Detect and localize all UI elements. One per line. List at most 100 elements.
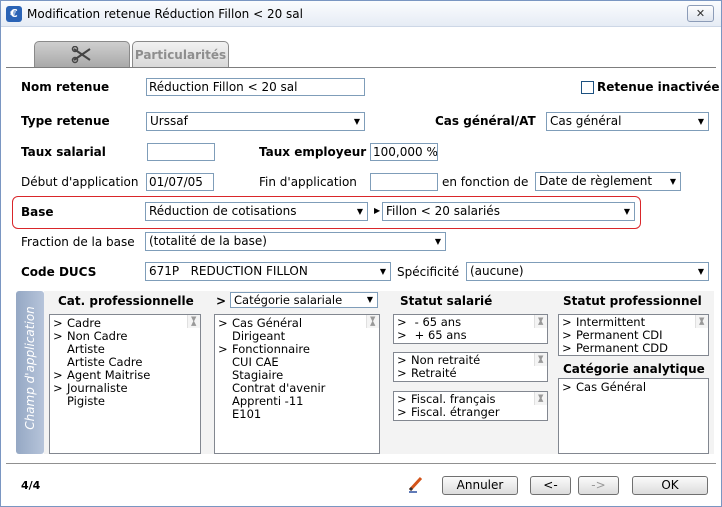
champ-application-label: Champ d'application: [23, 306, 37, 430]
taux-employeur-input[interactable]: 100,000 %: [370, 143, 438, 161]
window-title: Modification retenue Réduction Fillon < …: [27, 7, 303, 21]
chevron-down-icon: ▼: [434, 237, 441, 246]
nom-retenue-label: Nom retenue: [21, 80, 110, 94]
list-item[interactable]: Pigiste: [53, 395, 200, 408]
previous-button[interactable]: <-: [530, 476, 571, 495]
taux-salarial-input[interactable]: [147, 143, 215, 161]
retenue-inactivee-checkbox[interactable]: [581, 81, 594, 94]
cat-pro-list[interactable]: > Cadre > Non Cadre Artiste Artiste Cadre > Age…: [49, 314, 201, 454]
scrollbar[interactable]: ▲ ▼: [366, 315, 379, 328]
close-button[interactable]: ✕: [687, 5, 714, 22]
scroll-down-icon: ▼: [699, 316, 705, 324]
cas-general-value: Cas général: [550, 114, 622, 128]
base-detail-select[interactable]: Fillon < 20 salariés ▼: [382, 202, 635, 221]
scrollbar[interactable]: ▲ ▼: [534, 353, 547, 366]
list-item[interactable]: > + 65 ans: [397, 329, 547, 342]
pencil-icon[interactable]: [407, 475, 425, 493]
chevron-down-icon: ▼: [697, 267, 704, 276]
fin-application-input[interactable]: [370, 173, 438, 191]
specificite-select[interactable]: (aucune) ▼: [466, 262, 709, 281]
analytique-list[interactable]: > Cas Général: [558, 378, 709, 454]
list-item-marker: >: [53, 329, 63, 343]
cat-sal-list[interactable]: > Cas Général Dirigeant > Fonctionnaire CUI C…: [214, 314, 380, 454]
list-item-label: CUI CAE: [232, 355, 279, 369]
tab-main[interactable]: [34, 41, 130, 67]
list-item-marker: >: [562, 380, 572, 394]
cat-pro-header: Cat. professionnelle: [58, 294, 194, 308]
list-item-label: Contrat d'avenir: [232, 381, 326, 395]
list-item-marker: >: [397, 366, 407, 380]
statut-pro-list[interactable]: > Intermittent > Permanent CDI > Permanent CD…: [558, 314, 709, 356]
list-item-marker: >: [397, 328, 407, 342]
base-select[interactable]: Réduction de cotisations ▼: [145, 202, 368, 221]
fiscal-list[interactable]: > Fiscal. français > Fiscal. étranger ▲ ▼: [393, 391, 548, 421]
en-fonction-select[interactable]: Date de règlement ▼: [535, 172, 681, 191]
code-ducs-value: 671P REDUCTION FILLON: [149, 264, 308, 278]
list-item[interactable]: > Retraité: [397, 367, 547, 380]
next-button[interactable]: ->: [578, 476, 619, 495]
cat-pro-rows: > Cadre > Non Cadre Artiste Artiste Cadre > Age…: [53, 317, 200, 408]
scrollbar[interactable]: ▲ ▼: [534, 392, 547, 405]
annuler-button[interactable]: Annuler: [442, 476, 518, 495]
list-item-label: Journaliste: [67, 381, 128, 395]
list-item-label: Pigiste: [67, 394, 105, 408]
cat-sal-arrow: >: [216, 294, 227, 308]
scrollbar[interactable]: ▲ ▼: [187, 315, 200, 328]
scroll-down-icon: ▼: [538, 316, 544, 324]
base-value: Réduction de cotisations: [149, 204, 297, 218]
age-list[interactable]: > - 65 ans > + 65 ans ▲ ▼: [393, 314, 548, 344]
chevron-down-icon: ▼: [669, 177, 676, 186]
list-item-label: Fiscal. étranger: [411, 405, 500, 419]
list-item[interactable]: > Permanent CDD: [562, 342, 708, 355]
list-item-label: Permanent CDD: [576, 341, 668, 355]
cat-sal-rows: > Cas Général Dirigeant > Fonctionnaire CUI C…: [218, 317, 379, 421]
cas-general-label: Cas général/AT: [435, 114, 536, 128]
list-item-marker: >: [397, 405, 407, 419]
retraite-rows: > Non retraité > Retraité: [397, 354, 547, 380]
fiscal-rows: > Fiscal. français > Fiscal. étranger: [397, 393, 547, 419]
retraite-list[interactable]: > Non retraité > Retraité ▲ ▼: [393, 352, 548, 382]
chevron-right-icon: ▶: [374, 206, 381, 215]
fraction-base-select[interactable]: (totalité de la base) ▼: [145, 232, 446, 251]
analytique-rows: > Cas Général: [562, 381, 708, 394]
cat-sal-select[interactable]: Catégorie salariale ▼: [230, 292, 378, 308]
scissors-icon: [71, 46, 91, 64]
nom-retenue-input[interactable]: Réduction Fillon < 20 sal: [146, 78, 365, 96]
cas-general-select[interactable]: Cas général ▼: [546, 112, 709, 131]
list-item-label: Cas Général: [232, 316, 303, 330]
taux-employeur-label: Taux employeur: [259, 145, 367, 159]
list-item[interactable]: > Cas Général: [562, 381, 708, 394]
list-item-label: Artiste Cadre: [67, 355, 143, 369]
scrollbar[interactable]: ▲ ▼: [695, 315, 708, 328]
scroll-down-icon: ▼: [370, 315, 376, 323]
code-ducs-select[interactable]: 671P REDUCTION FILLON ▼: [145, 262, 391, 281]
app-icon: €: [6, 6, 22, 22]
scrollbar[interactable]: ▲ ▼: [534, 315, 547, 328]
chevron-down-icon: ▼: [366, 295, 373, 304]
cat-sal-select-value: Catégorie salariale: [234, 293, 343, 307]
list-item-label: Non Cadre: [67, 329, 128, 343]
statut-pro-rows: > Intermittent > Permanent CDI > Permanent CD…: [562, 316, 708, 355]
list-item-label: Non retraité: [411, 353, 481, 367]
chevron-down-icon: ▼: [356, 207, 363, 216]
ok-button[interactable]: OK: [632, 476, 708, 495]
list-item-label: Agent Maitrise: [67, 368, 151, 382]
list-item[interactable]: > Fiscal. étranger: [397, 406, 547, 419]
list-item-label: Cas Général: [576, 380, 647, 394]
analytique-header: Catégorie analytique: [563, 362, 705, 376]
type-retenue-select[interactable]: Urssaf ▼: [146, 112, 365, 131]
debut-application-input[interactable]: 01/07/05: [146, 173, 214, 191]
list-item-label: Dirigeant: [232, 329, 286, 343]
tab-particularites[interactable]: Particularités: [132, 41, 229, 67]
chevron-down-icon: ▼: [379, 267, 386, 276]
list-item[interactable]: E101: [218, 408, 379, 421]
chevron-down-icon: ▼: [353, 117, 360, 126]
tab-divider: [6, 67, 716, 68]
en-fonction-value: Date de règlement: [539, 174, 653, 188]
base-detail-value: Fillon < 20 salariés: [386, 204, 500, 218]
list-item-label: Retraité: [411, 366, 457, 380]
list-item-marker: >: [218, 342, 228, 356]
list-item-label: Intermittent: [576, 315, 646, 329]
specificite-label: Spécificité: [397, 265, 460, 279]
age-rows: > - 65 ans > + 65 ans: [397, 316, 547, 342]
